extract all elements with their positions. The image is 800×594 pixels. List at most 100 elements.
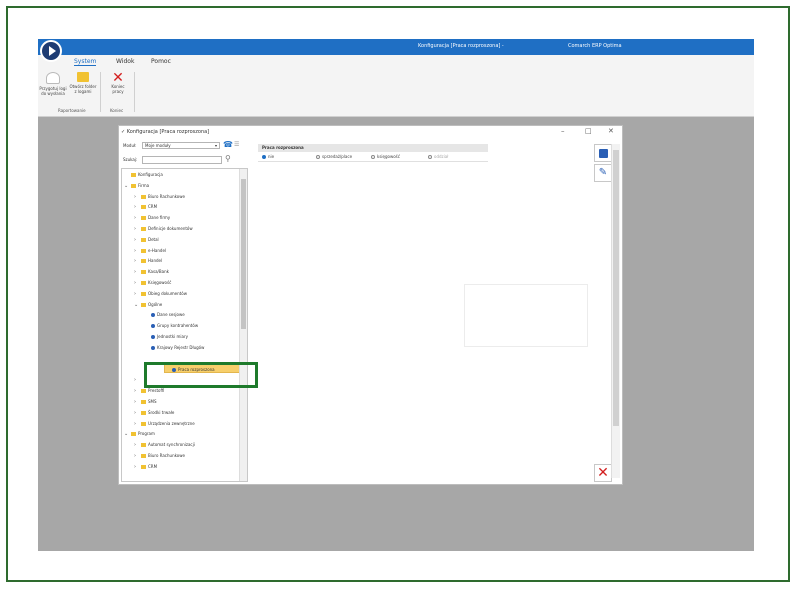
tree-folder[interactable]: › Biuro Rachunkowe [134,451,185,460]
chevron-down-icon[interactable]: ⌄ [124,182,131,191]
tree-folder[interactable]: ⌄ Ogólne [134,300,162,309]
chevron-right-icon[interactable]: › [134,214,141,223]
folder-icon [141,410,146,415]
tree-folder[interactable]: › Detal [134,235,159,244]
folder-icon [141,237,146,242]
section-header: Praca rozproszona [258,144,488,152]
tree-folder[interactable]: › Obieg dokumentów [134,289,187,298]
chevron-right-icon[interactable]: › [134,387,141,396]
chevron-down-icon[interactable]: ⌄ [134,301,141,310]
chevron-right-icon[interactable]: › [134,398,141,407]
tree-folder[interactable]: › Dane firmy [134,213,170,222]
tree-folder[interactable]: › CRM [134,202,157,211]
save-button[interactable] [594,144,612,162]
module-select[interactable]: Moje moduły ▾ [142,142,220,149]
save-icon [598,148,608,158]
dialog-title: ✓ Konfiguracja [Praca rozproszona] [121,129,210,135]
tree-item[interactable]: Jednostki miary [144,332,188,341]
tree-item-label: Detal [148,236,159,242]
chevron-right-icon[interactable]: › [134,290,141,299]
window-title: Konfiguracja [Praca rozproszona] - [418,43,504,49]
config-tree: Konfiguracja ⌄ Firma › Biuro Rachunkowe › CRM ›… [121,168,248,482]
tree-item-label: Konfiguracja [138,172,163,177]
tree-item-label: Biuro Rachunkowe [148,453,185,458]
chevron-right-icon[interactable]: › [134,463,141,472]
tree-scrollbar[interactable] [239,169,247,481]
folder-icon [141,227,146,231]
folder-icon [141,216,146,221]
chevron-right-icon[interactable]: › [134,193,141,202]
tree-item-label: Firma [138,182,150,188]
phone-icon[interactable]: ☎ [223,141,233,149]
list-icon[interactable]: ☰ [234,142,239,148]
tree-folder[interactable]: › Handel [134,256,162,265]
tree-item[interactable]: Grupy kontrahentów [144,321,198,330]
radio-branch: oddział [428,154,448,159]
chevron-right-icon[interactable]: › [134,203,141,212]
tree-item-label: Krajowy Rejestr Długów [157,344,205,350]
settings-item-icon [151,324,155,329]
tree-item[interactable]: › [134,375,141,384]
open-folder-label-2: z logami [74,89,92,94]
chevron-right-icon[interactable]: › [134,279,141,288]
folder-icon [141,281,146,285]
app-logo-icon[interactable] [40,40,62,62]
tree-folder[interactable]: Konfiguracja [124,170,163,179]
dialog-title-text: Konfiguracja [Praca rozproszona] [126,129,210,135]
chevron-right-icon[interactable]: › [134,441,141,450]
chevron-right-icon[interactable]: › [134,409,141,418]
tree-folder[interactable]: ⌄ Program [124,429,155,438]
minimize-button[interactable]: – [561,127,565,135]
tree-folder[interactable]: › e-Handel [134,246,166,255]
folder-icon [141,421,146,426]
chevron-right-icon[interactable]: › [134,452,141,461]
edit-button[interactable]: ✎ [594,164,612,182]
chevron-right-icon[interactable]: › [134,376,141,385]
chevron-down-icon[interactable]: ⌄ [124,430,131,439]
tree-folder[interactable]: › Księgowość [134,278,171,287]
chevron-right-icon[interactable]: › [134,236,141,245]
folder-icon [141,389,146,394]
chevron-right-icon[interactable]: › [134,268,141,277]
chevron-down-icon: ▾ [214,143,217,148]
maximize-button[interactable]: □ [585,127,592,135]
tree-folder[interactable]: › Automat synchronizacji [134,440,195,449]
tree-folder[interactable]: › Środki trwałe [134,408,174,417]
tree-item-label: Kasa/Bank [148,269,169,275]
end-work-label-2: pracy [112,89,124,94]
tree-item-label: SMS [148,399,157,404]
tree-folder[interactable]: › Definicje dokumentów [134,224,193,233]
prepare-logs-button[interactable]: Przygotuj logi do wysłania [39,72,67,96]
radio-accounting-label: księgowość [377,154,400,159]
tree-folder[interactable]: ⌄ Firma [124,181,149,190]
tree-folder[interactable]: › Kasa/Bank [134,267,169,276]
folder-icon [141,464,146,469]
folder-icon [141,291,146,296]
pin-icon[interactable]: ⚲ [225,155,231,163]
chevron-right-icon[interactable]: › [134,225,141,234]
panel-scrollbar[interactable] [611,144,620,478]
open-log-folder-button[interactable]: Otwórz folder z logami [69,72,97,94]
chevron-right-icon[interactable]: › [134,247,141,256]
menu-system[interactable]: System [74,58,97,66]
tree-folder[interactable]: › CRM [134,462,157,471]
menu-pomoc[interactable]: Pomoc [151,58,171,65]
tree-folder[interactable]: › SMS [134,397,157,406]
tree-item[interactable]: Dane sesjowe [144,310,185,319]
end-work-button[interactable]: ✕ Koniec pracy [105,71,131,94]
tree-folder[interactable]: › Urządzenia zewnętrzne [134,419,195,428]
tree-item[interactable]: Krajowy Rejestr Długów [144,343,204,352]
cancel-button[interactable]: ✕ [594,464,612,482]
menu-widok[interactable]: Widok [116,58,134,65]
radio-sales[interactable]: sprzedaż/place [316,154,352,159]
group-label-reporting: Raportowanie [58,108,86,113]
tree-item-label: Urządzenia zewnętrzne [148,420,195,426]
tree-folder[interactable]: › Biuro Rachunkowe [134,192,185,201]
radio-nie[interactable]: nie [262,154,274,159]
radio-accounting[interactable]: księgowość [371,154,400,159]
chevron-right-icon[interactable]: › [134,420,141,429]
folder-icon [141,443,146,448]
chevron-right-icon[interactable]: › [134,257,141,266]
close-dialog-button[interactable]: ✕ [608,127,614,135]
search-input[interactable] [142,156,222,164]
